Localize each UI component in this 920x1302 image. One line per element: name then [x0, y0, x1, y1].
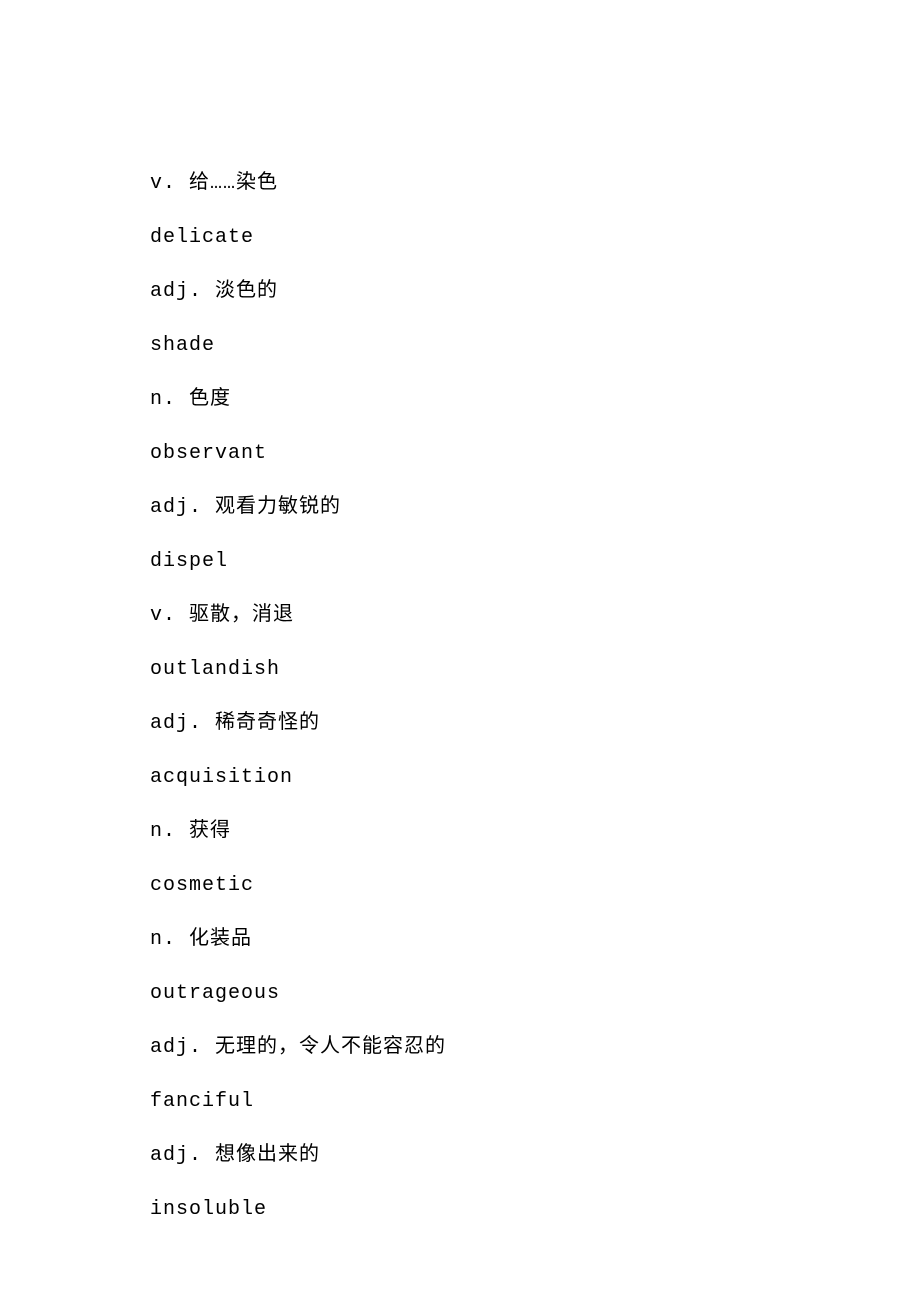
- vocab-entry: adj. 观看力敏锐的: [150, 494, 770, 522]
- vocab-entry: observant: [150, 440, 770, 468]
- vocab-entry: adj. 淡色的: [150, 278, 770, 306]
- vocab-entry: acquisition: [150, 764, 770, 792]
- vocab-entry: dispel: [150, 548, 770, 576]
- vocab-entry: v. 驱散，消退: [150, 602, 770, 630]
- vocab-entry: outrageous: [150, 980, 770, 1008]
- vocabulary-list: v. 给……染色 delicate adj. 淡色的 shade n. 色度 observ…: [150, 170, 770, 1224]
- vocab-entry: fanciful: [150, 1088, 770, 1116]
- vocab-entry: shade: [150, 332, 770, 360]
- vocab-entry: insoluble: [150, 1196, 770, 1224]
- vocab-entry: delicate: [150, 224, 770, 252]
- vocab-entry: adj. 稀奇奇怪的: [150, 710, 770, 738]
- vocab-entry: adj. 无理的，令人不能容忍的: [150, 1034, 770, 1062]
- vocab-entry: n. 获得: [150, 818, 770, 846]
- vocab-entry: n. 色度: [150, 386, 770, 414]
- vocab-entry: v. 给……染色: [150, 170, 770, 198]
- vocab-entry: n. 化装品: [150, 926, 770, 954]
- vocab-entry: adj. 想像出来的: [150, 1142, 770, 1170]
- vocab-entry: cosmetic: [150, 872, 770, 900]
- vocab-entry: outlandish: [150, 656, 770, 684]
